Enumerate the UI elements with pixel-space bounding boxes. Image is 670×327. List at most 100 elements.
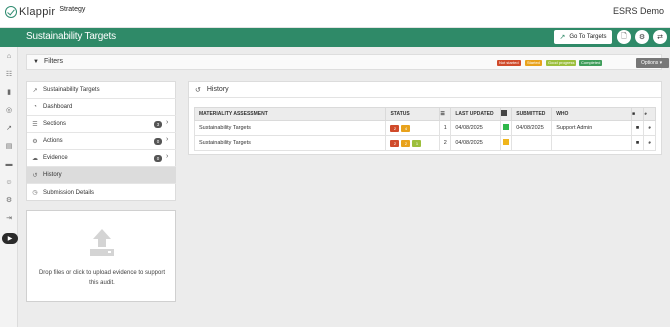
- nav-item-submission-details[interactable]: ◷ Submission Details: [27, 184, 176, 201]
- col-materiality-assessment[interactable]: MATERIALITY ASSESSMENT: [193, 107, 387, 121]
- col-list[interactable]: ☰: [439, 107, 452, 121]
- upload-instructions: Drop files or click to upload evidence t…: [38, 270, 166, 286]
- gear-icon: ⚙: [32, 138, 38, 145]
- document-icon: ■: [632, 111, 636, 117]
- history-header: ↺ History: [189, 82, 661, 98]
- row-share-button[interactable]: ◕: [642, 135, 657, 151]
- chevron-right-icon: ›: [166, 153, 169, 160]
- caret-down-icon: ▾: [659, 60, 663, 66]
- status-good-progress-count: 1: [412, 139, 422, 147]
- logo-text: Klappir: [19, 6, 56, 18]
- row-count: 1: [439, 120, 452, 136]
- nav-item-actions[interactable]: ⚙ Actions 0 ›: [27, 133, 176, 150]
- nav-item-label: Sustainability Targets: [43, 87, 100, 93]
- history-table: MATERIALITY ASSESSMENT STATUS ☰ LAST UPD…: [193, 107, 657, 151]
- list-icon: ☰: [32, 121, 38, 128]
- document-icon: ■: [635, 125, 640, 131]
- col-who[interactable]: WHO: [551, 107, 632, 121]
- expand-sidebar-button[interactable]: ▶: [2, 233, 18, 244]
- share-icon: ⇄: [657, 34, 663, 41]
- col-submitted[interactable]: SUBMITTED: [511, 107, 553, 121]
- users-icon[interactable]: ☺: [0, 176, 18, 188]
- evidence-upload-dropzone[interactable]: Drop files or click to upload evidence t…: [26, 210, 176, 302]
- history-table-header: MATERIALITY ASSESSMENT STATUS ☰ LAST UPD…: [193, 107, 657, 121]
- sections-count-badge: 3: [154, 121, 162, 128]
- col-status[interactable]: STATUS: [385, 107, 441, 121]
- row-flag: [500, 135, 513, 151]
- col-last-updated[interactable]: LAST UPDATED: [450, 107, 502, 121]
- legend-not-started: Not started: [497, 60, 521, 66]
- home-icon[interactable]: ⌂: [0, 50, 18, 62]
- document-icon: 🗋: [621, 32, 627, 40]
- row-submitted: 04/08/2025: [511, 120, 553, 136]
- legend-good-progress: Good progress: [546, 60, 577, 66]
- row-count: 2: [439, 135, 452, 151]
- cogs-icon[interactable]: ⚙: [0, 194, 18, 206]
- line-chart-icon[interactable]: ↗: [0, 122, 18, 134]
- document-button[interactable]: 🗋: [617, 30, 631, 44]
- share-icon: ◕: [647, 140, 652, 146]
- table-row[interactable]: Sustainability Targets 24 1 04/08/2025 0…: [193, 120, 657, 136]
- file-icon[interactable]: ▮: [0, 86, 18, 98]
- options-dropdown[interactable]: Options ▾: [636, 58, 669, 68]
- settings-button[interactable]: ⚙: [635, 30, 649, 44]
- document-icon: ■: [635, 140, 640, 146]
- history-title: History: [206, 86, 229, 93]
- go-to-targets-label: Go To Targets: [569, 34, 607, 40]
- chart-icon: ↗: [32, 87, 38, 94]
- section-nav: ↗ Sustainability Targets ◔ Dashboard ☰ S…: [26, 81, 176, 201]
- evidence-count-badge: 0: [154, 155, 162, 162]
- actions-count-badge: 0: [154, 138, 162, 145]
- row-last-updated: 04/08/2025: [450, 120, 502, 136]
- status-square-icon: [503, 124, 510, 130]
- row-document-button[interactable]: ■: [631, 120, 644, 136]
- nav-item-sections[interactable]: ☰ Sections 3 ›: [27, 116, 176, 133]
- square-icon: [501, 110, 508, 116]
- logo-subtitle: Strategy: [59, 5, 86, 13]
- cloud-icon: ☁: [32, 155, 38, 162]
- history-icon: ↺: [32, 172, 38, 179]
- chevron-right-icon: ›: [166, 136, 169, 143]
- top-header: Klappir Strategy ESRS Demo: [0, 0, 670, 28]
- logo-check-icon: [5, 6, 17, 18]
- filters-toggle[interactable]: ▼ Filters: [33, 58, 63, 65]
- dashboard-icon: ◔: [33, 104, 37, 110]
- row-who: Support Admin: [551, 120, 632, 136]
- klappir-logo[interactable]: Klappir Strategy: [5, 6, 85, 18]
- nav-item-label: Actions: [43, 138, 63, 144]
- share-icon: ◕: [647, 125, 652, 131]
- filter-icon: ▼: [33, 58, 39, 65]
- clock-icon: ◷: [32, 190, 38, 196]
- folder-icon[interactable]: ▬: [0, 158, 18, 170]
- row-who: [551, 135, 632, 151]
- table-row[interactable]: Sustainability Targets 221 2 04/08/2025 …: [193, 135, 657, 151]
- row-share-button[interactable]: ◕: [642, 120, 657, 136]
- status-square-icon: [503, 139, 510, 145]
- legend-completed: Completed: [579, 60, 603, 66]
- go-to-targets-button[interactable]: ↗ Go To Targets: [554, 30, 612, 44]
- col-share: ◕: [642, 107, 657, 121]
- nav-item-sustainability-targets[interactable]: ↗ Sustainability Targets: [27, 82, 176, 99]
- filters-label: Filters: [43, 58, 64, 65]
- list-icon: ☰: [440, 111, 445, 117]
- history-panel: ↺ History MATERIALITY ASSESSMENT STATUS …: [188, 81, 662, 155]
- nav-item-label: Submission Details: [43, 189, 95, 196]
- nav-item-history[interactable]: ↺ History: [27, 167, 176, 184]
- row-last-updated: 04/08/2025: [450, 135, 502, 151]
- nav-item-label: Evidence: [43, 155, 68, 161]
- grid-icon[interactable]: ☷: [0, 68, 18, 80]
- logout-icon[interactable]: ⇥: [0, 212, 18, 224]
- row-document-button[interactable]: ■: [631, 135, 644, 151]
- nav-item-evidence[interactable]: ☁ Evidence 0 ›: [27, 150, 176, 167]
- nav-item-dashboard[interactable]: ◔ Dashboard: [27, 99, 176, 116]
- col-flag[interactable]: [500, 107, 513, 121]
- share-button[interactable]: ⇄: [653, 30, 667, 44]
- globe-icon[interactable]: ◎: [0, 104, 18, 116]
- nav-item-label: Dashboard: [43, 104, 73, 110]
- row-status: 221: [385, 135, 441, 151]
- status-started-count: 2: [401, 139, 411, 147]
- row-status: 24: [385, 120, 441, 136]
- status-started-count: 4: [401, 124, 411, 132]
- book-icon[interactable]: ▤: [0, 140, 18, 152]
- row-submitted: [511, 135, 553, 151]
